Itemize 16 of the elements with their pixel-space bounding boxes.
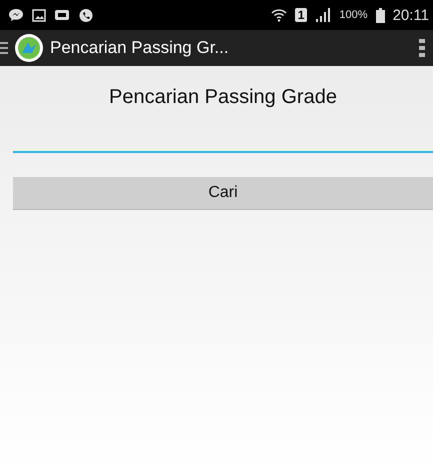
card-icon [54,9,70,21]
battery-percent: 100% [339,9,368,21]
clock: 20:11 [392,6,429,24]
battery-icon [376,8,385,22]
chat-bubble-icon [8,8,24,22]
overflow-menu-icon[interactable] [419,39,425,57]
wifi-icon [270,8,287,22]
sim-badge: 1 [294,8,308,22]
menu-icon[interactable] [0,42,8,54]
signal-icon [315,8,332,22]
app-title: Pencarian Passing Gr... [50,38,230,58]
image-icon [32,8,46,22]
page-heading: Pencarian Passing Grade [108,85,338,109]
phone-bubble-icon [78,8,94,22]
app-logo-icon [14,33,44,63]
search-button[interactable]: Cari [13,177,433,210]
